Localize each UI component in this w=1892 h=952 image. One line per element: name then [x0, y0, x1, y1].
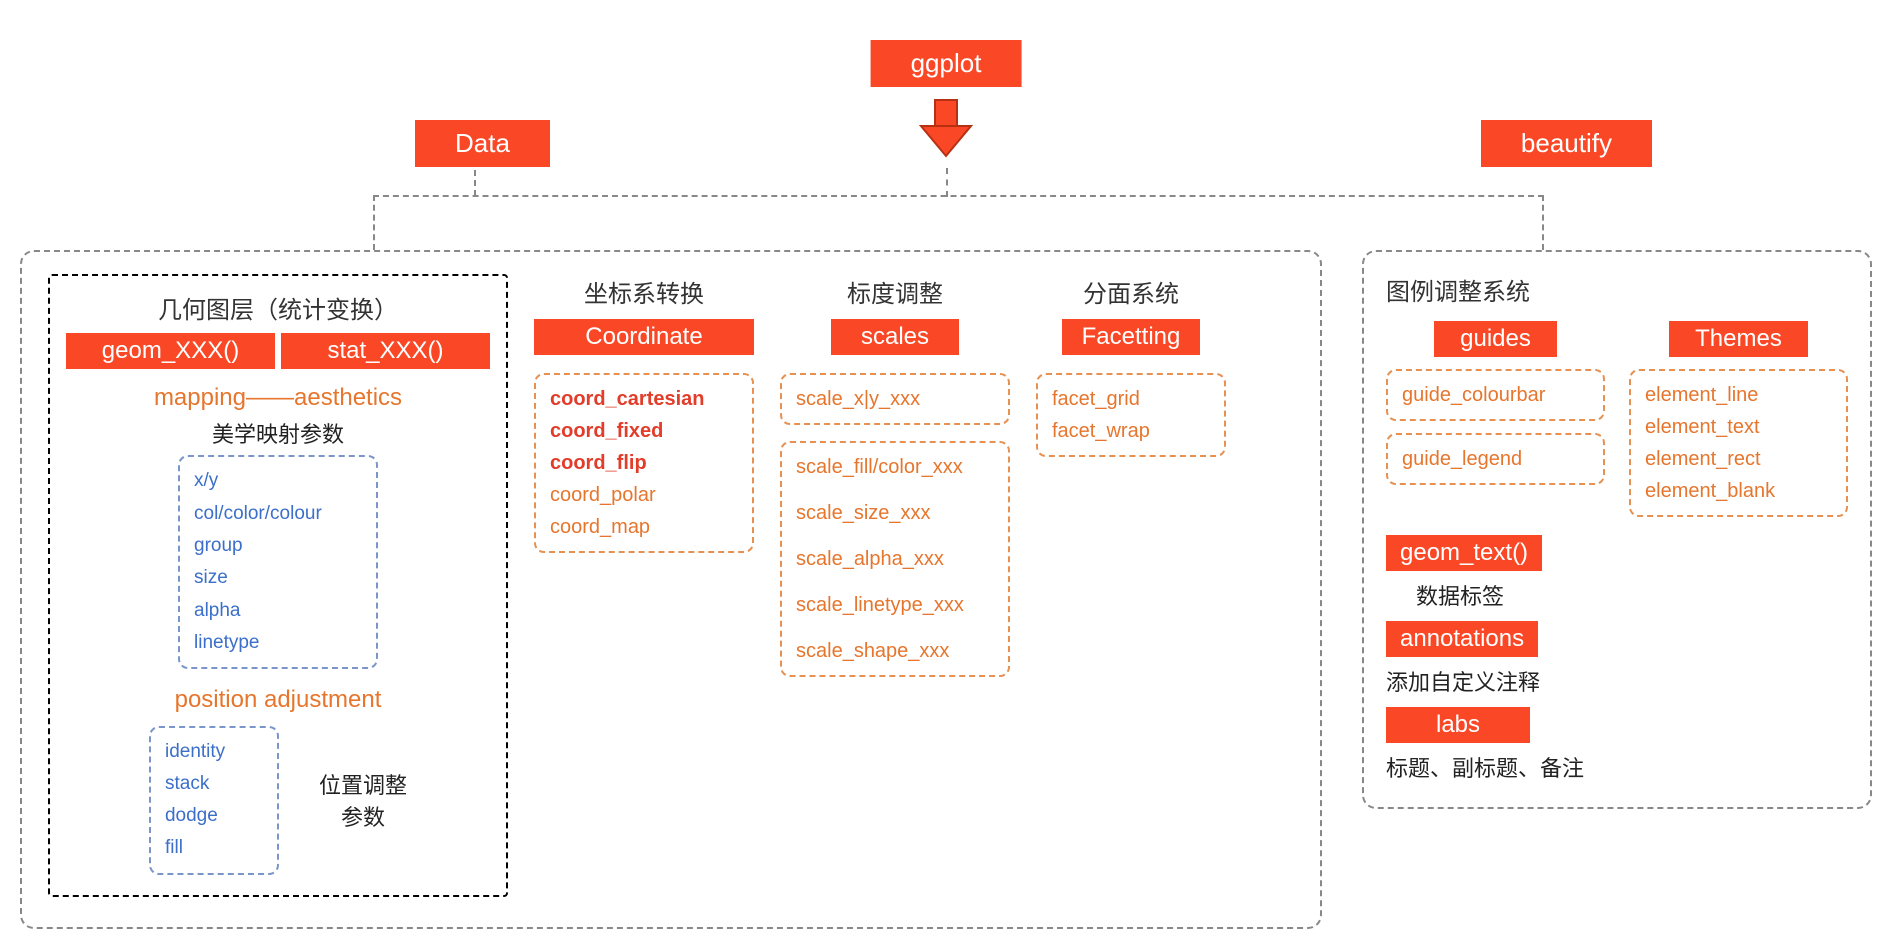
connector-left-v	[373, 195, 375, 250]
guides-col: guides guide_colourbar guide_legend	[1386, 321, 1605, 485]
position-title: position adjustment	[66, 681, 490, 719]
aes-item: col/color/colour	[194, 498, 362, 530]
ggplot-box: ggplot	[871, 40, 1022, 87]
arrow-down-icon	[911, 98, 981, 173]
facet-box: facet_grid facet_wrap	[1036, 373, 1226, 457]
facet-item: facet_wrap	[1052, 415, 1210, 447]
stat-xxx-btn: stat_XXX()	[281, 333, 490, 369]
scales-column: 标度调整 scales scale_x|y_xxx scale_fill/col…	[780, 274, 1010, 677]
guides-box-1: guide_colourbar	[1386, 369, 1605, 421]
position-box: identity stack dodge fill	[149, 726, 279, 875]
aes-item: size	[194, 562, 362, 594]
beautify-panel: 图例调整系统 guides guide_colourbar guide_lege…	[1362, 250, 1872, 809]
coord-item: coord_fixed	[550, 415, 738, 447]
position-sub2: 参数	[319, 800, 407, 832]
annotations-btn: annotations	[1386, 621, 1538, 657]
aes-item: group	[194, 530, 362, 562]
coordinate-btn: Coordinate	[534, 319, 754, 355]
position-item: identity	[165, 736, 263, 768]
themes-col: Themes element_line element_text element…	[1629, 321, 1848, 517]
themes-box: element_line element_text element_rect e…	[1629, 369, 1848, 517]
themes-item: element_text	[1645, 411, 1832, 443]
connector-right-v	[1542, 195, 1544, 250]
scales-item: scale_linetype_xxx	[796, 589, 994, 621]
scales-box-1: scale_x|y_xxx	[780, 373, 1010, 425]
scales-item: scale_shape_xxx	[796, 635, 994, 667]
facetting-btn: Facetting	[1062, 319, 1201, 355]
coord-header: 坐标系转换	[534, 274, 754, 309]
guides-box-2: guide_legend	[1386, 433, 1605, 485]
data-box: Data	[415, 120, 550, 167]
connector-horizontal	[373, 195, 1544, 197]
scales-item: scale_size_xxx	[796, 497, 994, 529]
mapping-title: mapping——aesthetics	[66, 379, 490, 417]
coord-item: coord_flip	[550, 447, 738, 479]
aes-box: x/y col/color/colour group size alpha li…	[178, 455, 378, 669]
aes-item: alpha	[194, 595, 362, 627]
coord-item: coord_cartesian	[550, 383, 738, 415]
facet-item: facet_grid	[1052, 383, 1210, 415]
coord-column: 坐标系转换 Coordinate coord_cartesian coord_f…	[534, 274, 754, 553]
position-item: stack	[165, 768, 263, 800]
guides-btn: guides	[1434, 321, 1557, 357]
mapping-sub: 美学映射参数	[66, 417, 490, 449]
position-item: fill	[165, 832, 263, 864]
scales-btn: scales	[831, 319, 959, 355]
scales-item: scale_x|y_xxx	[796, 383, 994, 415]
coord-box: coord_cartesian coord_fixed coord_flip c…	[534, 373, 754, 553]
top-row: ggplot Data beautify	[20, 20, 1872, 200]
position-sub1: 位置调整	[319, 768, 407, 800]
themes-item: element_rect	[1645, 443, 1832, 475]
main-layout: 几何图层（统计变换） geom_XXX() stat_XXX() mapping…	[20, 250, 1872, 929]
beautify-header: 图例调整系统	[1386, 272, 1848, 307]
geom-column: 几何图层（统计变换） geom_XXX() stat_XXX() mapping…	[48, 274, 508, 897]
themes-btn: Themes	[1669, 321, 1808, 357]
connector-data-v	[474, 170, 476, 196]
left-panel: 几何图层（统计变换） geom_XXX() stat_XXX() mapping…	[20, 250, 1322, 929]
facet-column: 分面系统 Facetting facet_grid facet_wrap	[1036, 274, 1226, 457]
facet-header: 分面系统	[1036, 274, 1226, 309]
position-item: dodge	[165, 800, 263, 832]
geom-text-btn: geom_text()	[1386, 535, 1542, 571]
guides-item: guide_legend	[1402, 443, 1589, 475]
scales-box-2: scale_fill/color_xxx scale_size_xxx scal…	[780, 441, 1010, 677]
annotations-desc: 添加自定义注释	[1386, 665, 1848, 697]
connector-center-v	[946, 168, 948, 197]
position-sub: 位置调整 参数	[319, 768, 407, 832]
guides-item: guide_colourbar	[1402, 379, 1589, 411]
labs-btn: labs	[1386, 707, 1530, 743]
scales-header: 标度调整	[780, 274, 1010, 309]
beautify-box: beautify	[1481, 120, 1652, 167]
aes-item: x/y	[194, 465, 362, 497]
aes-item: linetype	[194, 627, 362, 659]
coord-item: coord_polar	[550, 479, 738, 511]
scales-item: scale_alpha_xxx	[796, 543, 994, 575]
themes-item: element_blank	[1645, 475, 1832, 507]
coord-item: coord_map	[550, 511, 738, 543]
themes-item: element_line	[1645, 379, 1832, 411]
scales-item: scale_fill/color_xxx	[796, 451, 994, 483]
labs-desc: 标题、副标题、备注	[1386, 751, 1848, 783]
geom-xxx-btn: geom_XXX()	[66, 333, 275, 369]
geom-text-desc: 数据标签	[1416, 579, 1848, 611]
geom-header: 几何图层（统计变换）	[66, 290, 490, 325]
